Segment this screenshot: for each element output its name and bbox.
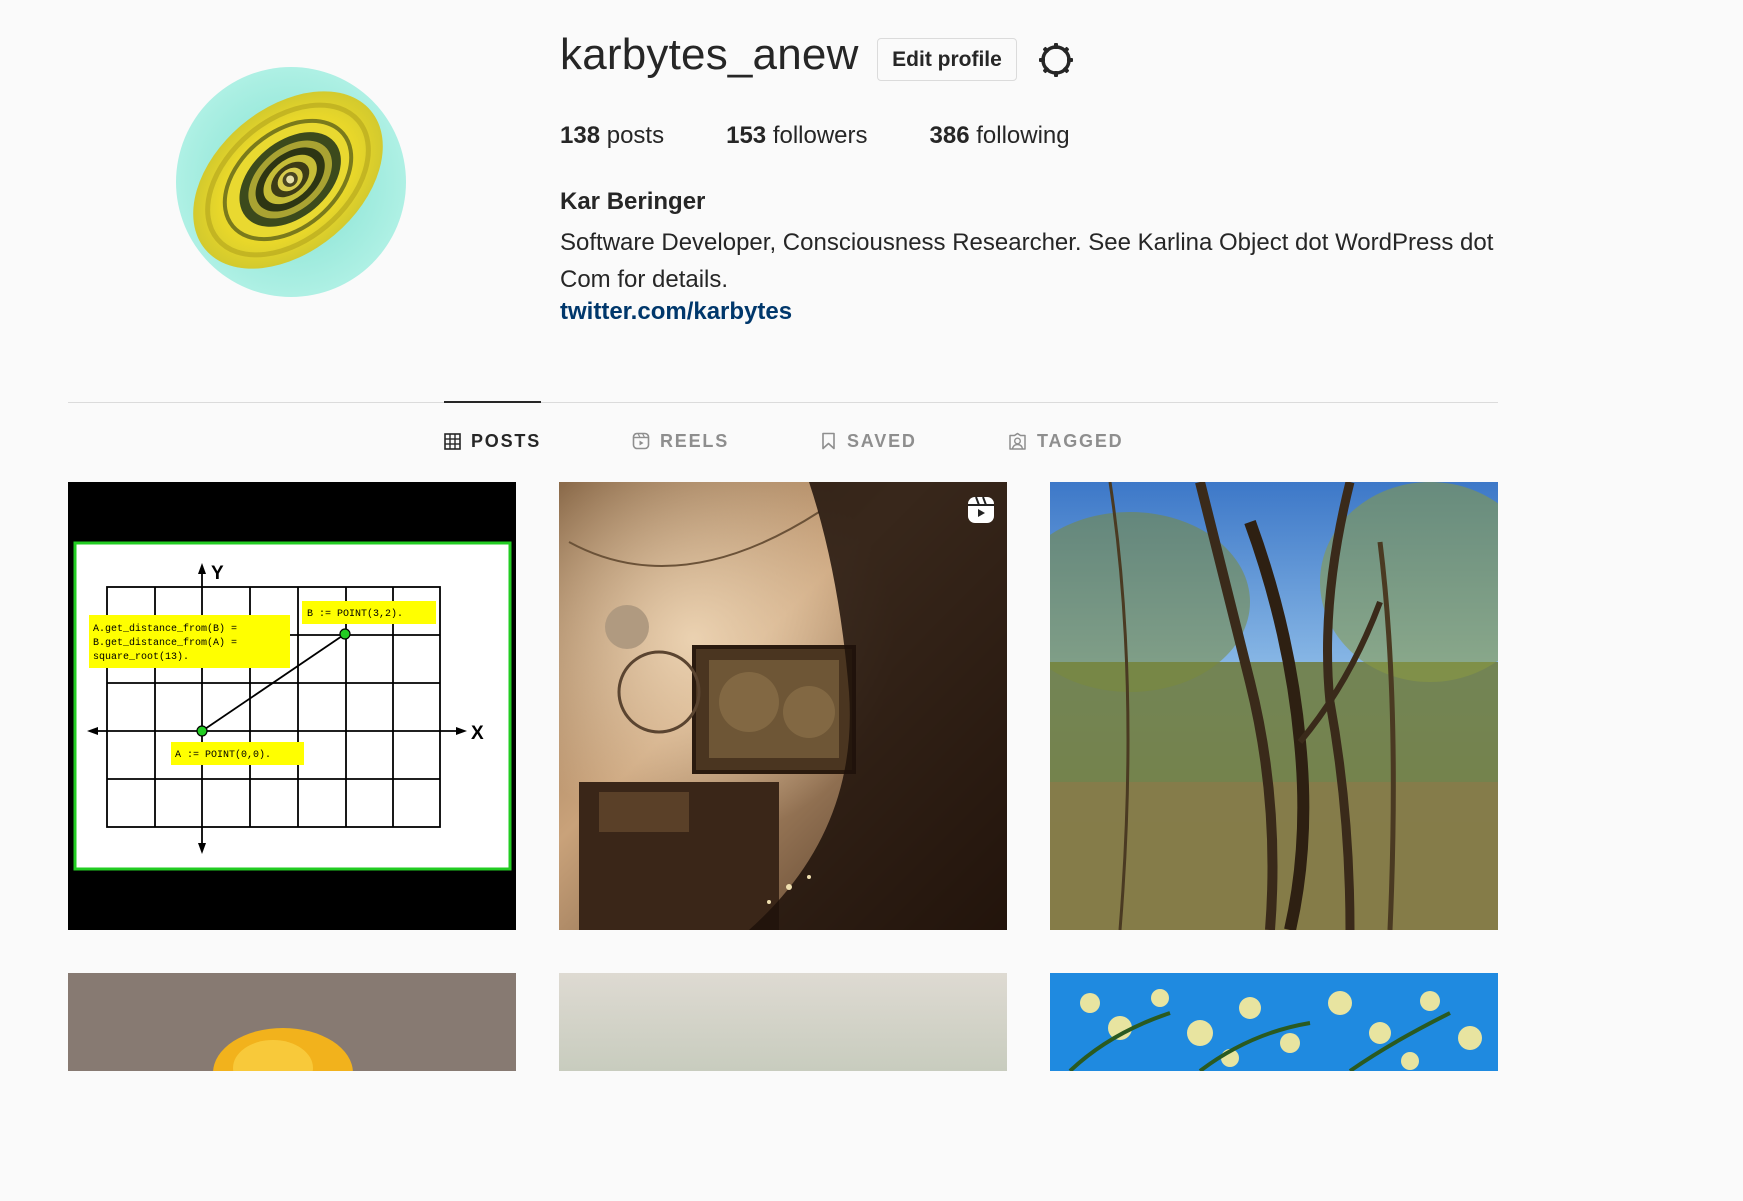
edit-profile-button[interactable]: Edit profile: [877, 38, 1017, 81]
tagged-icon: [1009, 432, 1026, 450]
tab-reels[interactable]: REELS: [632, 428, 729, 454]
tabs-divider: [68, 402, 1498, 403]
tab-saved[interactable]: SAVED: [820, 428, 917, 454]
post-tile-1[interactable]: Y X B := POINT(3,2). A.get_distance_from…: [68, 482, 516, 930]
profile-bio: Software Developer, Consciousness Resear…: [560, 229, 1494, 293]
tab-tagged-label: TAGGED: [1037, 430, 1124, 451]
grid-icon: [444, 432, 461, 450]
post-tile-6[interactable]: [1050, 973, 1498, 1071]
room-photo-image: [559, 482, 1007, 930]
posts-count-label: posts: [606, 122, 665, 149]
distance-line-1: A.get_distance_from(B) =: [93, 623, 237, 635]
tab-reels-label: REELS: [660, 430, 730, 451]
coordinate-diagram-image: Y X B := POINT(3,2). A.get_distance_from…: [68, 482, 516, 930]
wall-photo-image: [559, 973, 1007, 1071]
following-link[interactable]: 386 following: [930, 122, 1070, 150]
post-tile-3[interactable]: [1050, 482, 1498, 930]
post-tile-4[interactable]: [68, 973, 516, 1071]
profile-full-name: Kar Beringer: [560, 188, 706, 215]
followers-link[interactable]: 153 followers: [726, 122, 867, 150]
post-tile-5[interactable]: [559, 973, 1007, 1071]
bookmark-icon: [822, 432, 835, 450]
tab-tagged[interactable]: TAGGED: [1008, 428, 1123, 454]
reel-icon: [968, 496, 994, 523]
leaf-photo-image: [68, 973, 516, 1071]
gear-icon[interactable]: [1037, 41, 1075, 79]
y-axis-label: Y: [211, 563, 224, 584]
distance-line-2: B.get_distance_from(A) =: [93, 637, 237, 649]
profile-avatar[interactable]: [176, 67, 406, 297]
active-tab-indicator: [444, 401, 541, 403]
tab-saved-label: SAVED: [847, 430, 917, 451]
point-a-label: A := POINT(0,0).: [175, 749, 271, 761]
point-b-label: B := POINT(3,2).: [307, 608, 403, 620]
profile-stats: 138 posts 153 followers 386 following: [560, 122, 1132, 150]
flowers-photo-image: [1050, 973, 1498, 1071]
followers-count-label: followers: [772, 122, 868, 149]
following-count-label: following: [976, 122, 1070, 149]
tab-posts[interactable]: POSTS: [444, 428, 541, 454]
following-count-value: 386: [929, 122, 970, 149]
post-tile-2[interactable]: [559, 482, 1007, 930]
posts-count-value: 138: [560, 122, 601, 149]
followers-count-value: 153: [726, 122, 767, 149]
trees-photo-image: [1050, 482, 1498, 930]
posts-count: 138 posts: [560, 122, 664, 150]
x-axis-label: X: [471, 723, 484, 744]
profile-username: karbytes_anew: [560, 30, 859, 79]
tab-posts-label: POSTS: [471, 430, 542, 451]
profile-external-link[interactable]: twitter.com/karbytes: [560, 298, 792, 326]
distance-line-3: square_root(13).: [93, 651, 189, 663]
reels-icon: [632, 432, 650, 450]
